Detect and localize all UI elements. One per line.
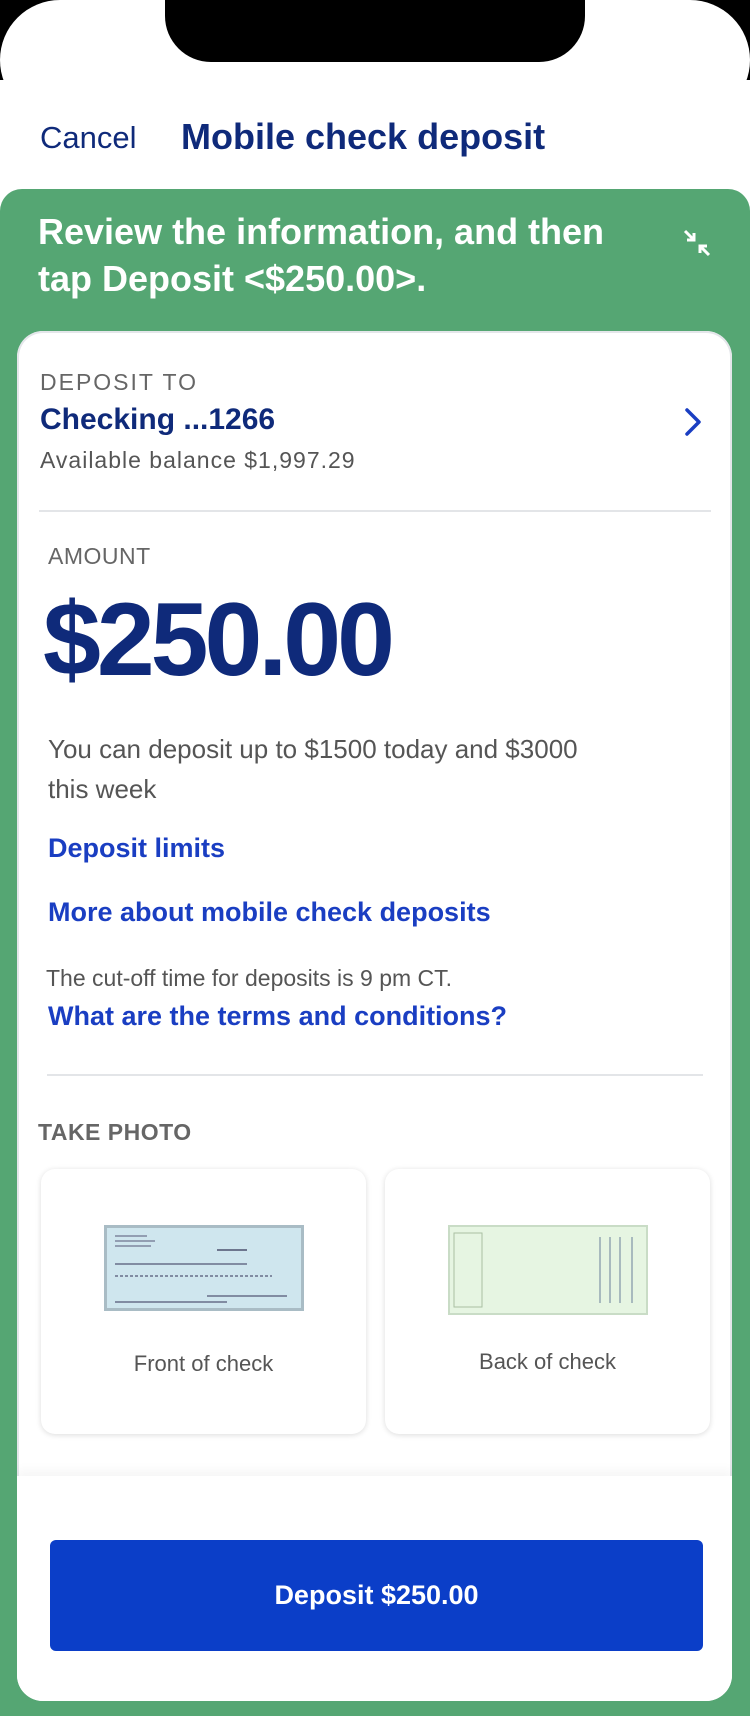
deposit-limits-link[interactable]: Deposit limits	[48, 833, 225, 864]
screen-corner-left	[0, 0, 120, 120]
available-balance: Available balance $1,997.29	[40, 447, 356, 473]
check-back-sketch-icon	[453, 1232, 633, 1308]
divider	[39, 510, 711, 512]
deposit-button[interactable]: Deposit $250.00	[50, 1540, 703, 1651]
deposit-account-name: Checking ...1266	[40, 403, 276, 436]
cutoff-time-text: The cut-off time for deposits is 9 pm CT…	[46, 965, 453, 991]
screen-corner-right	[630, 0, 750, 120]
deposit-review-card: DEPOSIT TO Checking ...1266 Available ba…	[17, 331, 732, 1701]
take-photo-label: TAKE PHOTO	[38, 1119, 192, 1145]
cancel-button[interactable]: Cancel	[40, 120, 137, 156]
back-check-image	[448, 1225, 648, 1315]
collapse-arrows-icon[interactable]	[682, 228, 712, 258]
back-of-check-label: Back of check	[479, 1349, 616, 1374]
instruction-banner: Review the information, and then tap Dep…	[38, 211, 605, 299]
app-header: Cancel Mobile check deposit	[0, 108, 750, 172]
back-of-check-tile[interactable]: Back of check	[385, 1169, 710, 1434]
amount-label: AMOUNT	[48, 543, 151, 569]
front-of-check-label: Front of check	[133, 1351, 274, 1376]
deposit-limits-text: You can deposit up to $1500 today and $3…	[48, 734, 578, 804]
check-front-sketch-icon	[115, 1235, 287, 1303]
chevron-right-icon	[685, 408, 701, 436]
page-title: Mobile check deposit	[181, 116, 546, 157]
front-check-image	[104, 1225, 304, 1311]
deposit-to-label: DEPOSIT TO	[40, 369, 199, 395]
deposit-to-selector[interactable]: DEPOSIT TO Checking ...1266 Available ba…	[40, 369, 712, 499]
front-of-check-tile[interactable]: Front of check	[41, 1169, 366, 1434]
more-about-deposits-link[interactable]: More about mobile check deposits	[48, 897, 491, 928]
divider	[47, 1074, 703, 1076]
device-notch	[165, 0, 585, 62]
terms-conditions-link[interactable]: What are the terms and conditions?	[48, 1001, 507, 1032]
amount-value: $250.00	[43, 582, 395, 698]
